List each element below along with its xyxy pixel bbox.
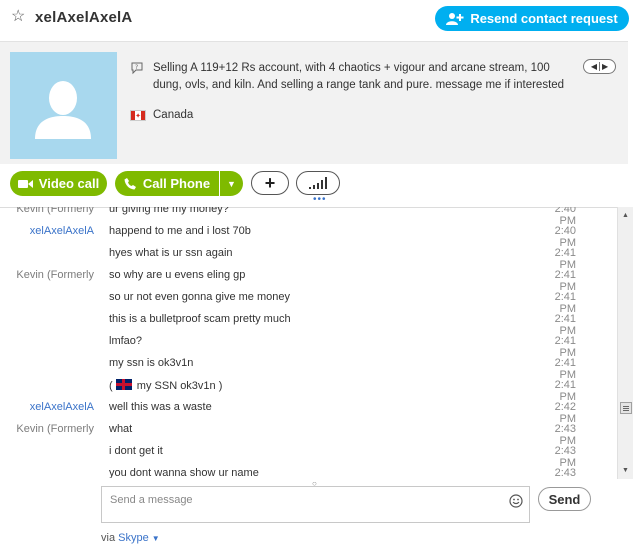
via-service-selector[interactable]: Skype ▼: [118, 532, 160, 544]
message-input-placeholder: Send a message: [110, 494, 193, 506]
via-prefix: via: [101, 532, 116, 544]
message-text-with-flag: ( my SSN ok3v1n ): [109, 379, 222, 392]
message-time: 2:41 PM: [554, 357, 576, 381]
message-sender: Kevin (Formerly: [16, 269, 94, 281]
message-input[interactable]: Send a message: [101, 486, 530, 523]
message-time: 2:41 PM: [554, 335, 576, 359]
chevron-down-icon: ▼: [151, 534, 160, 543]
message-text: well this was a waste: [109, 401, 212, 413]
message-text: hyes what is ur ssn again: [109, 247, 233, 259]
mood-message-icon: ?: [130, 61, 144, 78]
panel-collapse-handle[interactable]: •••: [313, 195, 327, 205]
call-actions: Video call Call Phone ▼ +: [0, 170, 628, 196]
message-row: xelAxelAxelA happend to me and i lost 70…: [0, 225, 617, 249]
message-text: my SSN ok3v1n ): [136, 380, 223, 392]
via-selector: via Skype ▼: [101, 532, 160, 544]
flag-message-prefix: (: [109, 380, 113, 392]
scroll-up-icon[interactable]: ▲: [622, 212, 629, 219]
message-sender[interactable]: xelAxelAxelA: [0, 401, 94, 413]
message-text: ur giving me my money?: [109, 207, 229, 215]
message-row: hyes what is ur ssn again 2:41 PM: [0, 247, 617, 271]
uk-flag-icon: [115, 379, 132, 390]
message-row: so ur not even gonna give me money 2:41 …: [0, 291, 617, 315]
video-call-button[interactable]: Video call: [10, 171, 107, 196]
message-text: this is a bulletproof scam pretty much: [109, 313, 291, 325]
pager-next-icon[interactable]: ▶: [602, 62, 608, 71]
add-contact-icon: [446, 12, 464, 25]
message-text: my ssn is ok3v1n: [109, 357, 194, 369]
avatar: [10, 52, 117, 159]
message-sender[interactable]: xelAxelAxelA: [0, 225, 94, 237]
chat-scrollbar[interactable]: ▲ ▼: [617, 207, 633, 479]
profile-pager: ◀ ▶: [583, 59, 616, 74]
call-quality-button[interactable]: [296, 171, 340, 195]
resend-contact-request-button[interactable]: Resend contact request: [435, 6, 629, 31]
canada-flag-icon: ✦: [130, 110, 146, 121]
profile-panel: ? Selling A 119+12 Rs account, with 4 ch…: [0, 41, 628, 164]
message-time: 2:41 PM: [554, 313, 576, 337]
scroll-thumb[interactable]: [620, 402, 632, 414]
video-call-label: Video call: [38, 176, 100, 191]
svg-text:?: ?: [135, 64, 138, 71]
message-text: so ur not even gonna give me money: [109, 291, 291, 303]
message-text: i dont get it: [109, 445, 163, 457]
message-time: 2:41 PM: [554, 379, 576, 403]
message-time: 2:41 PM: [554, 269, 576, 293]
message-time: 2:43 PM: [554, 445, 576, 469]
call-options-dropdown[interactable]: ▼: [220, 171, 243, 196]
pager-divider: [599, 62, 600, 71]
send-button[interactable]: Send: [538, 487, 591, 511]
message-row: you dont wanna show ur name 2:43 PM: [0, 467, 617, 478]
default-avatar-icon: [35, 81, 91, 139]
signal-bars-icon: [309, 177, 327, 189]
pager-prev-icon[interactable]: ◀: [591, 62, 597, 71]
video-camera-icon: [17, 179, 33, 188]
message-text: you dont wanna show ur name: [109, 467, 259, 478]
conversation-header: ☆ xelAxelAxelA Resend contact request: [0, 0, 637, 38]
message-time: 2:41 PM: [554, 291, 576, 315]
message-time: 2:40 PM: [554, 225, 576, 249]
plus-icon: +: [264, 172, 276, 193]
message-sender: Kevin (Formerly: [16, 423, 94, 435]
location-text: Canada: [153, 109, 194, 121]
message-row: Kevin (Formerly what 2:43 PM: [0, 423, 617, 447]
message-time: 2:41 PM: [554, 247, 576, 271]
message-row: this is a bulletproof scam pretty much 2…: [0, 313, 617, 337]
message-row: Kevin (Formerly so why are u evens eling…: [0, 269, 617, 293]
call-phone-button[interactable]: Call Phone: [115, 171, 219, 196]
message-text: lmfao?: [109, 335, 143, 347]
message-text: so why are u evens eling gp: [109, 269, 246, 281]
message-time: 2:40 PM: [554, 207, 576, 227]
message-row: my ssn is ok3v1n 2:41 PM: [0, 357, 617, 381]
mood-message: Selling A 119+12 Rs account, with 4 chao…: [153, 62, 565, 91]
chat-window: ☆ xelAxelAxelA Resend contact request ? …: [0, 0, 637, 552]
message-row: lmfao? 2:41 PM: [0, 335, 617, 359]
contact-name: xelAxelAxelA: [35, 9, 133, 26]
message-time: 2:43 PM: [554, 423, 576, 447]
phone-icon: [124, 178, 136, 190]
scroll-down-icon[interactable]: ▼: [622, 467, 629, 474]
resend-contact-request-label: Resend contact request: [470, 11, 618, 26]
message-list: Kevin (Formerly ur giving me my money? 2…: [0, 207, 617, 478]
favorite-star-icon[interactable]: ☆: [11, 9, 27, 25]
message-text: happend to me and i lost 70b: [109, 225, 251, 237]
emoticon-icon[interactable]: [509, 494, 523, 508]
message-row: i dont get it 2:43 PM: [0, 445, 617, 469]
call-phone-label: Call Phone: [142, 176, 211, 191]
message-sender: Kevin (Formerly: [16, 207, 94, 215]
via-service-label: Skype: [118, 532, 149, 544]
chevron-down-icon: ▼: [227, 178, 236, 189]
message-row: xelAxelAxelA well this was a waste 2:42 …: [0, 401, 617, 425]
message-text: what: [109, 423, 133, 435]
message-row: Kevin (Formerly ur giving me my money? 2…: [0, 207, 617, 227]
message-time: 2:43 PM: [554, 467, 576, 478]
message-row: ( my SSN ok3v1n ) 2:41 PM: [0, 379, 617, 403]
add-people-button[interactable]: +: [251, 171, 289, 195]
message-time: 2:42 PM: [554, 401, 576, 425]
